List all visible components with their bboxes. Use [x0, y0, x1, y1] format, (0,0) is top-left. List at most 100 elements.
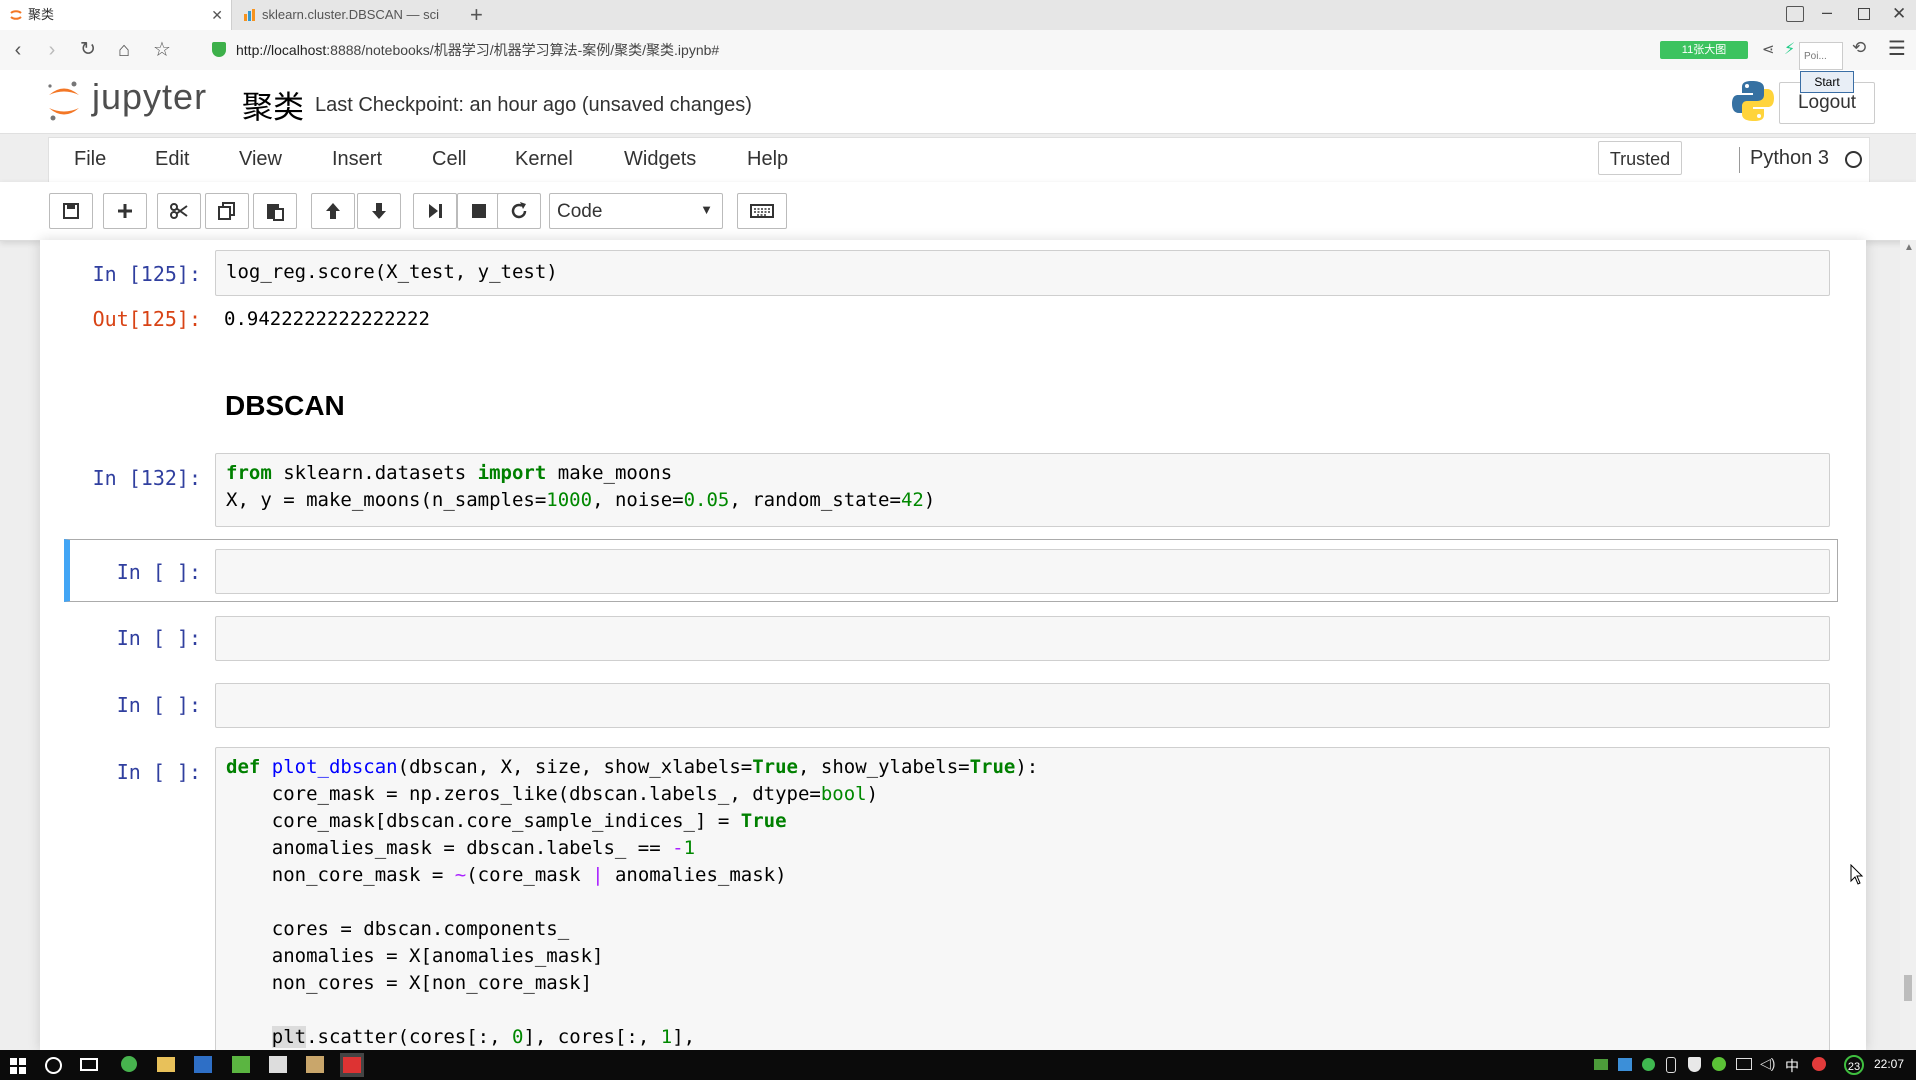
- tray-wechat-icon[interactable]: [1642, 1058, 1655, 1071]
- scroll-up-icon[interactable]: ▲: [1904, 242, 1914, 253]
- tray-sogou-icon[interactable]: [1812, 1057, 1826, 1071]
- plot-dbscan-cell-input[interactable]: def plot_dbscan(dbscan, X, size, show_xl…: [215, 747, 1830, 1067]
- paste-button[interactable]: [253, 193, 297, 229]
- restart-kernel-button[interactable]: [497, 193, 541, 229]
- plot-dbscan-cell-prompt: In [ ]:: [116, 760, 201, 784]
- cell-125-code: log_reg.score(X_test, y_test): [226, 261, 558, 283]
- shirt-skin-icon[interactable]: [1786, 6, 1804, 22]
- windows-start-icon[interactable]: [10, 1058, 26, 1074]
- app-green-icon[interactable]: [232, 1056, 250, 1073]
- window-close-icon[interactable]: ✕: [1892, 4, 1906, 24]
- bookmark-star-icon[interactable]: ☆: [150, 38, 174, 62]
- tray-display-icon[interactable]: [1736, 1058, 1752, 1070]
- menu-kernel[interactable]: Kernel: [515, 146, 573, 172]
- browser-tab-bar: 聚类 ✕ sklearn.cluster.DBSCAN — sci + – ✕: [0, 0, 1916, 31]
- jupyter-logo-icon[interactable]: [44, 78, 84, 124]
- app-blue-icon[interactable]: [194, 1056, 212, 1073]
- tray-volume-icon[interactable]: ◁): [1760, 1055, 1775, 1072]
- python-logo-icon: [1732, 81, 1774, 121]
- browser-app-icon[interactable]: [121, 1056, 137, 1072]
- lightning-icon[interactable]: ⚡: [1784, 39, 1795, 59]
- kernel-idle-icon: [1845, 151, 1862, 168]
- interrupt-kernel-button[interactable]: [457, 193, 501, 229]
- minimize-icon[interactable]: –: [1822, 2, 1832, 23]
- menu-help[interactable]: Help: [747, 146, 788, 172]
- clipboard-paste-icon: [267, 204, 284, 221]
- app-tan-icon[interactable]: [306, 1056, 324, 1073]
- insert-cell-button[interactable]: [103, 193, 147, 229]
- tab-close-icon[interactable]: ✕: [211, 0, 223, 30]
- tray-app-icon[interactable]: [1594, 1059, 1608, 1070]
- hamburger-menu-icon[interactable]: ☰: [1888, 36, 1906, 61]
- kernel-name[interactable]: Python 3: [1750, 147, 1829, 170]
- tray-shield-icon[interactable]: [1688, 1057, 1701, 1072]
- empty-cell-2-prompt: In [ ]:: [116, 626, 201, 650]
- file-explorer-icon[interactable]: [157, 1057, 175, 1072]
- task-view-icon[interactable]: [80, 1058, 98, 1071]
- floppy-save-icon: [63, 203, 79, 219]
- move-up-button[interactable]: [311, 193, 355, 229]
- back-icon[interactable]: ‹: [6, 38, 30, 62]
- menu-file[interactable]: File: [74, 146, 106, 172]
- menu-view[interactable]: View: [239, 146, 282, 172]
- new-tab-icon[interactable]: +: [470, 2, 483, 28]
- arrow-up-icon: [326, 203, 340, 219]
- tray-plus-icon[interactable]: [1712, 1057, 1726, 1071]
- move-down-button[interactable]: [357, 193, 401, 229]
- command-palette-button[interactable]: [737, 193, 787, 229]
- restore-icon[interactable]: [1858, 8, 1870, 20]
- history-icon[interactable]: ⟲: [1852, 38, 1866, 58]
- run-cell-button[interactable]: [413, 193, 457, 229]
- start-button[interactable]: Start: [1800, 71, 1854, 93]
- scissors-icon: [170, 203, 188, 219]
- menu-edit[interactable]: Edit: [155, 146, 189, 172]
- ime-indicator[interactable]: 中: [1785, 1056, 1799, 1076]
- cell-132-prompt: In [132]:: [92, 466, 201, 490]
- trusted-indicator[interactable]: Trusted: [1598, 141, 1682, 175]
- tray-network-icon[interactable]: [1618, 1058, 1632, 1071]
- tab-notebook[interactable]: 聚类 ✕: [0, 0, 232, 30]
- home-icon[interactable]: ⌂: [112, 38, 136, 62]
- notification-count-badge[interactable]: 23: [1844, 1055, 1864, 1075]
- popup-panel[interactable]: Poi...: [1799, 42, 1843, 70]
- menu-bar: [48, 137, 1870, 182]
- url-input[interactable]: http://localhost:8888/notebooks/机器学习/机器学…: [236, 36, 1636, 64]
- tray-usb-icon[interactable]: [1666, 1057, 1676, 1073]
- cell-125-input[interactable]: log_reg.score(X_test, y_test): [215, 250, 1830, 296]
- clock[interactable]: 22:07: [1874, 1057, 1904, 1071]
- cell-125-output: 0.9422222222222222: [224, 308, 430, 330]
- cut-button[interactable]: [157, 193, 201, 229]
- cell-132-input[interactable]: from sklearn.datasets import make_moons …: [215, 453, 1830, 527]
- plus-icon: [118, 204, 132, 218]
- photos-app-icon[interactable]: [269, 1056, 287, 1073]
- notebook-title[interactable]: 聚类: [242, 82, 304, 127]
- recorder-app-button[interactable]: [340, 1053, 364, 1077]
- menu-widgets[interactable]: Widgets: [624, 146, 696, 172]
- cell-type-select[interactable]: Code ▼: [549, 193, 723, 229]
- reload-icon[interactable]: ↻: [76, 38, 100, 62]
- search-circle-icon[interactable]: [45, 1057, 62, 1074]
- mouse-cursor-icon: [1850, 864, 1864, 885]
- empty-cell-3-prompt: In [ ]:: [116, 693, 201, 717]
- extension-badge[interactable]: 11张大图: [1660, 41, 1748, 59]
- save-button[interactable]: [49, 193, 93, 229]
- copy-button[interactable]: [205, 193, 249, 229]
- url-host: http://localhost: [236, 42, 327, 58]
- empty-cell-1-input[interactable]: [215, 549, 1830, 594]
- markdown-heading-dbscan[interactable]: DBSCAN: [225, 390, 345, 422]
- url-path: :8888/notebooks/机器学习/机器学习算法-案例/聚类/聚类.ipy…: [326, 42, 720, 58]
- page-scrollbar[interactable]: [1900, 240, 1916, 1050]
- forward-icon[interactable]: ›: [40, 38, 64, 62]
- scrollbar-thumb[interactable]: [1904, 975, 1912, 1001]
- empty-cell-2-input[interactable]: [215, 616, 1830, 661]
- tab-sklearn-docs[interactable]: sklearn.cluster.DBSCAN — sci: [234, 0, 464, 30]
- empty-cell-3-input[interactable]: [215, 683, 1830, 728]
- jupyter-logo-text[interactable]: jupyter: [92, 76, 207, 118]
- menu-insert[interactable]: Insert: [332, 146, 382, 172]
- tab-label: 聚类: [28, 7, 55, 22]
- menu-cell[interactable]: Cell: [432, 146, 466, 172]
- jupyter-favicon-icon: [10, 10, 22, 20]
- share-icon[interactable]: ⋖: [1762, 40, 1775, 58]
- kernel-divider: [1739, 147, 1740, 173]
- step-forward-icon: [429, 204, 442, 218]
